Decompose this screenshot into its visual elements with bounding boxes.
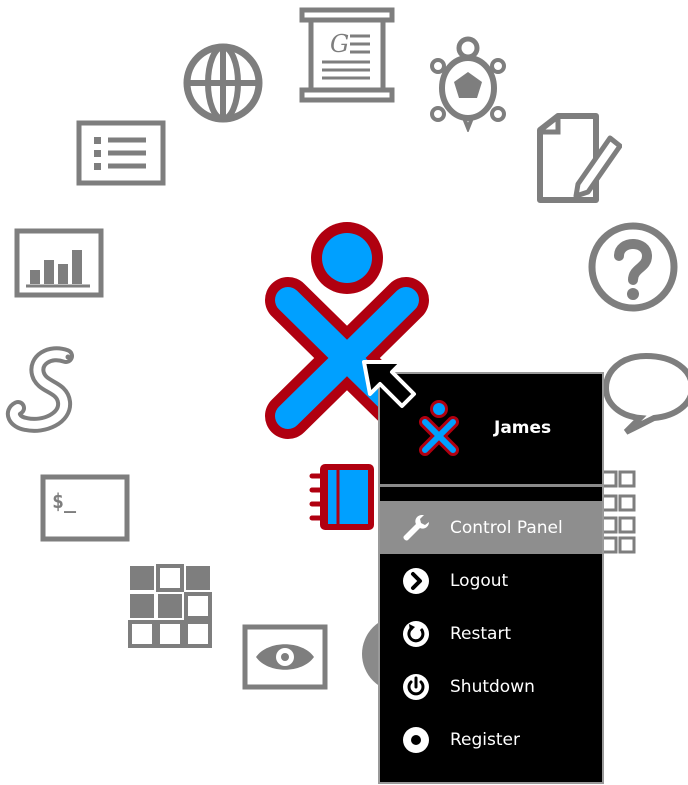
- journal-icon[interactable]: [308, 460, 380, 534]
- menu-item-label: Register: [450, 729, 520, 750]
- wrench-icon: [400, 512, 432, 544]
- owner-name: James: [494, 418, 552, 438]
- home-view: G $_ James Control Panel Logout Restart …: [0, 0, 688, 785]
- write-activity-icon[interactable]: G: [298, 6, 396, 104]
- owner-menu: James Control Panel Logout Restart Shutd…: [378, 372, 604, 784]
- menu-item-register[interactable]: Register: [380, 713, 602, 766]
- owner-menu-items: Control Panel Logout Restart Shutdown Re…: [380, 487, 602, 766]
- xo-mini-icon: [416, 398, 462, 458]
- list-activity-icon[interactable]: [76, 120, 166, 186]
- logout-icon: [400, 565, 432, 597]
- menu-item-shutdown[interactable]: Shutdown: [380, 660, 602, 713]
- svg-text:G: G: [330, 30, 349, 58]
- memorize-activity-icon[interactable]: [128, 564, 212, 648]
- browse-activity-icon[interactable]: [182, 42, 264, 124]
- measure-activity-icon[interactable]: [14, 228, 104, 298]
- terminal-activity-icon[interactable]: $_: [40, 474, 130, 542]
- paint-activity-icon[interactable]: [534, 112, 622, 204]
- pippy-activity-icon[interactable]: [4, 346, 86, 436]
- mouse-cursor-icon: [352, 350, 422, 420]
- turtle-art-activity-icon[interactable]: [430, 36, 506, 132]
- menu-item-logout[interactable]: Logout: [380, 554, 602, 607]
- menu-item-label: Logout: [450, 570, 509, 591]
- menu-item-label: Shutdown: [450, 676, 535, 697]
- menu-item-control-panel[interactable]: Control Panel: [380, 501, 602, 554]
- menu-item-label: Restart: [450, 623, 512, 644]
- restart-icon: [400, 618, 432, 650]
- help-activity-icon[interactable]: [586, 220, 680, 314]
- partial-grid-activity-icon[interactable]: [600, 470, 636, 554]
- menu-item-restart[interactable]: Restart: [380, 607, 602, 660]
- svg-text:$_: $_: [52, 489, 77, 513]
- record-activity-icon[interactable]: [242, 624, 328, 690]
- menu-item-label: Control Panel: [450, 517, 563, 538]
- chat-activity-icon[interactable]: [600, 350, 688, 436]
- shutdown-icon: [400, 671, 432, 703]
- register-icon: [400, 724, 432, 756]
